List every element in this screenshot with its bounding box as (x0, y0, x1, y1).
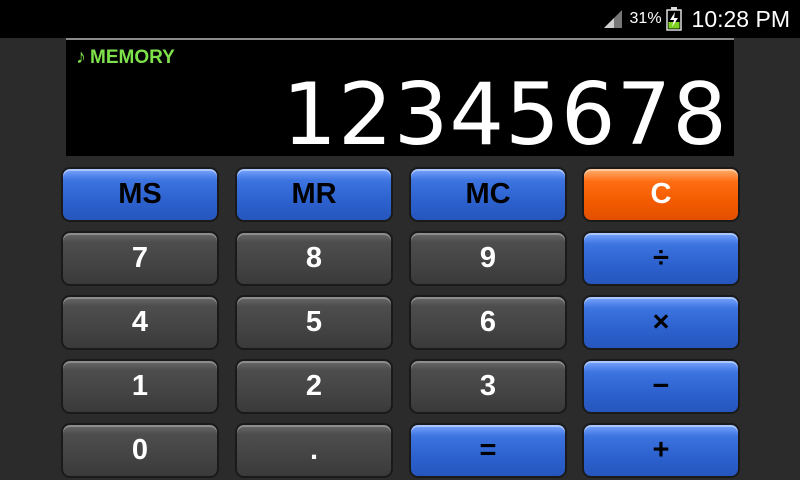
memory-recall-button[interactable]: MR (235, 167, 393, 222)
decimal-button[interactable]: . (235, 423, 393, 478)
subtract-button[interactable]: − (582, 359, 740, 414)
digit-8-button[interactable]: 8 (235, 231, 393, 286)
digit-7-button[interactable]: 7 (61, 231, 219, 286)
digit-0-button[interactable]: 0 (61, 423, 219, 478)
keypad: MS MR MC C 7 8 9 ÷ 4 5 6 × 1 2 3 − 0 . =… (0, 0, 800, 480)
memory-store-button[interactable]: MS (61, 167, 219, 222)
digit-4-button[interactable]: 4 (61, 295, 219, 350)
memory-clear-button[interactable]: MC (409, 167, 567, 222)
digit-3-button[interactable]: 3 (409, 359, 567, 414)
digit-1-button[interactable]: 1 (61, 359, 219, 414)
digit-6-button[interactable]: 6 (409, 295, 567, 350)
digit-5-button[interactable]: 5 (235, 295, 393, 350)
digit-9-button[interactable]: 9 (409, 231, 567, 286)
multiply-button[interactable]: × (582, 295, 740, 350)
add-button[interactable]: + (582, 423, 740, 478)
digit-2-button[interactable]: 2 (235, 359, 393, 414)
clear-button[interactable]: C (582, 167, 740, 222)
divide-button[interactable]: ÷ (582, 231, 740, 286)
equals-button[interactable]: = (409, 423, 567, 478)
